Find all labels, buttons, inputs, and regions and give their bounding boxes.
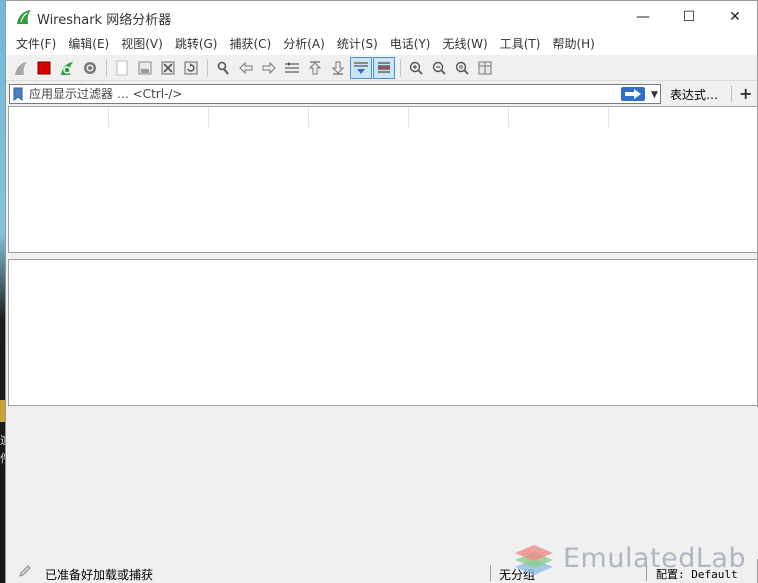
open-file-button[interactable] — [111, 57, 133, 79]
title-bar[interactable]: Wireshark 网络分析器 — ☐ ✕ — [6, 1, 757, 33]
last-packet-icon — [331, 61, 345, 75]
packet-details-pane[interactable] — [8, 259, 758, 406]
packet-list-column-header[interactable] — [109, 107, 209, 127]
filter-separator — [731, 86, 732, 102]
go-to-packet-button[interactable] — [281, 57, 303, 79]
go-back-button[interactable] — [235, 57, 257, 79]
status-separator — [490, 565, 491, 581]
display-filter-input[interactable] — [29, 86, 589, 102]
toolbar-separator — [106, 58, 107, 77]
packet-list-column-header[interactable] — [309, 107, 409, 127]
close-button[interactable]: ✕ — [712, 1, 758, 33]
toolbar-separator — [400, 58, 401, 77]
packet-list-column-header[interactable] — [9, 107, 109, 127]
menu-statistics[interactable]: 统计(S) — [331, 33, 384, 55]
find-packet-button[interactable] — [212, 57, 234, 79]
colorize-button[interactable] — [373, 56, 395, 79]
display-filter-box: ▼ — [9, 84, 661, 104]
zoom-out-button[interactable] — [428, 57, 450, 79]
toolbar-separator — [207, 58, 208, 77]
status-ready-text: 已准备好加载或捕获 — [45, 568, 154, 582]
menu-file[interactable]: 文件(F) — [10, 33, 62, 55]
menu-help[interactable]: 帮助(H) — [546, 33, 600, 55]
menu-go[interactable]: 跳转(G) — [169, 33, 224, 55]
colorize-icon — [378, 61, 390, 73]
normal-size-icon — [455, 61, 469, 75]
first-packet-button[interactable] — [304, 57, 326, 79]
filter-history-dropdown-icon[interactable]: ▼ — [651, 90, 658, 100]
autoscroll-button[interactable] — [350, 56, 372, 79]
reload-file-icon — [184, 61, 198, 74]
wireshark-fin-icon — [17, 10, 31, 24]
resize-columns-button[interactable] — [474, 57, 496, 79]
expression-button[interactable]: 表达式… — [670, 86, 718, 103]
start-capture-icon — [15, 61, 27, 75]
minimize-button[interactable]: — — [620, 1, 666, 33]
add-filter-button[interactable]: + — [739, 84, 752, 103]
apply-filter-arrow-icon[interactable] — [621, 87, 645, 101]
capture-options-button[interactable] — [79, 57, 101, 79]
display-filter-bar: ▼ 表达式… + — [6, 83, 757, 105]
wireshark-window: Wireshark 网络分析器 — ☐ ✕ 文件(F) 编辑(E) 视图(V) … — [5, 0, 758, 583]
menu-analyze[interactable]: 分析(A) — [277, 33, 331, 55]
resize-columns-icon — [478, 61, 492, 74]
expert-info-pencil-icon[interactable] — [18, 564, 32, 578]
packet-list-column-header[interactable] — [209, 107, 309, 127]
menu-view[interactable]: 视图(V) — [115, 33, 169, 55]
stop-capture-icon — [37, 61, 51, 74]
maximize-icon: ☐ — [682, 9, 696, 25]
packet-list-column-header[interactable] — [409, 107, 509, 127]
restart-capture-button[interactable] — [56, 57, 78, 79]
go-to-packet-icon — [285, 61, 299, 73]
last-packet-button[interactable] — [327, 57, 349, 79]
zoom-in-button[interactable] — [405, 57, 427, 79]
arrow-right-icon — [262, 61, 276, 74]
watermark-text: EmulatedLab — [563, 543, 747, 574]
packet-list-pane[interactable] — [8, 106, 758, 253]
stop-capture-button[interactable] — [33, 57, 55, 79]
close-icon: ✕ — [729, 9, 741, 25]
layered-logo-icon — [515, 545, 553, 575]
first-packet-icon — [308, 60, 322, 74]
menu-bar: 文件(F) 编辑(E) 视图(V) 跳转(G) 捕获(C) 分析(A) 统计(S… — [6, 33, 757, 55]
maximize-button[interactable]: ☐ — [666, 1, 712, 33]
menu-telephony[interactable]: 电话(Y) — [384, 33, 437, 55]
main-toolbar — [6, 55, 757, 81]
window-title: Wireshark 网络分析器 — [37, 13, 172, 28]
reload-file-button[interactable] — [180, 57, 202, 79]
menu-tools[interactable]: 工具(T) — [494, 33, 547, 55]
open-file-icon — [116, 60, 128, 75]
zoom-out-icon — [432, 61, 446, 75]
restart-capture-icon — [61, 61, 73, 75]
normal-size-button[interactable] — [451, 57, 473, 79]
watermark: EmulatedLab — [511, 541, 756, 579]
menu-wireless[interactable]: 无线(W) — [437, 33, 494, 55]
close-file-button[interactable] — [157, 57, 179, 79]
arrow-left-icon — [239, 61, 253, 74]
autoscroll-icon — [354, 61, 368, 74]
gear-icon — [84, 61, 96, 74]
zoom-in-icon — [409, 61, 423, 75]
search-icon — [217, 61, 229, 75]
packet-bytes-pane[interactable] — [8, 407, 758, 559]
start-capture-button[interactable] — [10, 57, 32, 79]
save-file-icon — [138, 61, 152, 74]
packet-list-column-header[interactable] — [509, 107, 609, 127]
close-file-icon — [161, 61, 175, 74]
go-forward-button[interactable] — [258, 57, 280, 79]
minimize-icon: — — [636, 9, 650, 25]
menu-edit[interactable]: 编辑(E) — [62, 33, 115, 55]
bookmark-icon[interactable] — [13, 87, 23, 101]
menu-capture[interactable]: 捕获(C) — [223, 33, 277, 55]
save-file-button[interactable] — [134, 57, 156, 79]
